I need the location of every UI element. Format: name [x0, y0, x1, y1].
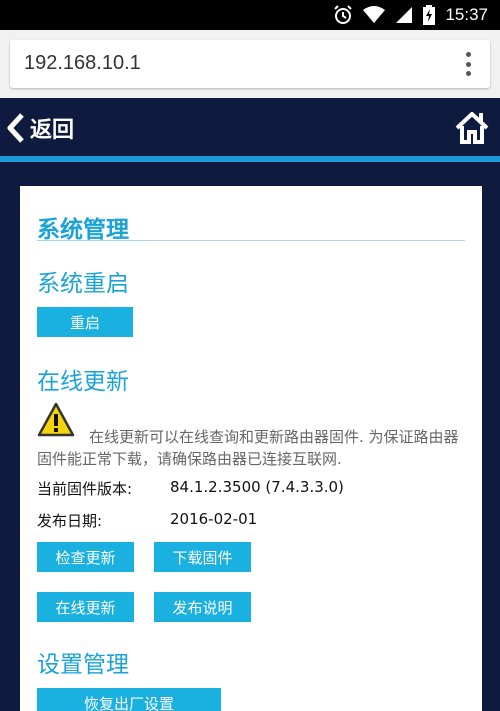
download-firmware-button[interactable]: 下载固件 [154, 542, 251, 572]
status-time: 15:37 [445, 5, 488, 24]
overflow-menu-icon[interactable] [460, 50, 476, 78]
signal-icon [395, 6, 413, 24]
section-title-reboot: 系统重启 [37, 271, 129, 297]
title-divider [37, 240, 465, 241]
check-update-button[interactable]: 检查更新 [37, 542, 134, 572]
app-header: 返回 [0, 98, 500, 156]
header-divider [0, 156, 500, 162]
url-text[interactable]: 192.168.10.1 [24, 52, 141, 75]
section-title-online-update: 在线更新 [37, 369, 129, 395]
alarm-icon [333, 5, 353, 25]
home-icon [455, 112, 489, 144]
page-title: 系统管理 [37, 217, 129, 243]
wifi-icon [363, 6, 386, 24]
battery-charging-icon [423, 5, 436, 25]
chevron-left-icon [7, 113, 24, 143]
release-date-value: 2016-02-01 [170, 510, 258, 528]
firmware-version-value: 84.1.2.3500 (7.4.3.3.0) [170, 478, 344, 496]
back-button[interactable]: 返回 [6, 112, 74, 144]
release-date-label: 发布日期: [37, 512, 103, 530]
browser-toolbar: 192.168.10.1 [0, 30, 500, 98]
release-notes-button[interactable]: 发布说明 [154, 592, 251, 622]
update-notice: 在线更新可以在线查询和更新路由器固件. 为保证路由器固件能正常下载，请确保路由器… [37, 428, 459, 468]
content-card: 系统管理 系统重启 重启 在线更新 在线更新可以在线查询和更新路由器固件. 为保… [20, 186, 482, 711]
status-bar: 15:37 [0, 0, 500, 30]
firmware-version-label: 当前固件版本: [37, 480, 133, 498]
section-title-settings: 设置管理 [37, 652, 129, 678]
back-label: 返回 [30, 118, 75, 143]
home-button[interactable] [454, 110, 490, 148]
reboot-button[interactable]: 重启 [37, 307, 133, 337]
online-update-button[interactable]: 在线更新 [37, 592, 134, 622]
address-bar[interactable]: 192.168.10.1 [10, 40, 490, 88]
factory-reset-button[interactable]: 恢复出厂设置 [37, 688, 221, 711]
